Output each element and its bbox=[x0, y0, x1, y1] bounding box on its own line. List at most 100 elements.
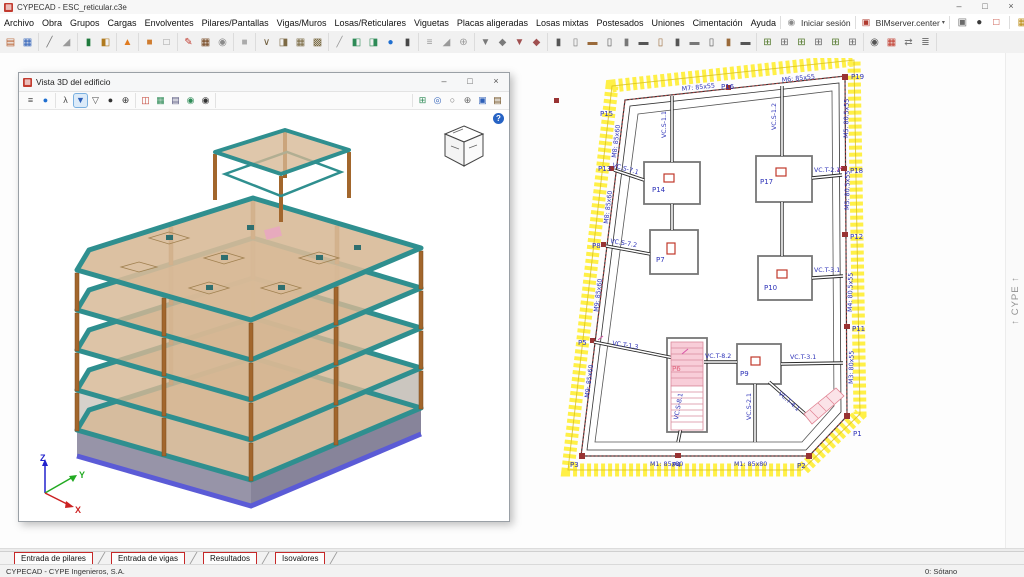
column-pair-icon[interactable]: ▦ bbox=[198, 35, 213, 50]
column-tool-8-icon[interactable]: ▮ bbox=[670, 35, 685, 50]
menu-item-grupos[interactable]: Grupos bbox=[66, 16, 104, 30]
login-label[interactable]: Iniciar sesión bbox=[801, 18, 851, 28]
export-icon[interactable]: ⇄ bbox=[901, 35, 916, 50]
section-green-icon[interactable]: ▦ bbox=[154, 94, 167, 107]
center-icon[interactable]: ⊕ bbox=[456, 35, 471, 50]
drawing-area[interactable]: P15 P16 P19 P18 P12 P11 P1 P2 P4 P3 P5 P… bbox=[0, 53, 1024, 548]
grid-tool-1-icon[interactable]: ⊞ bbox=[760, 35, 775, 50]
tab-entrada-de-vigas[interactable]: Entrada de vigas bbox=[111, 552, 185, 565]
grid-tool-4-icon[interactable]: ⊞ bbox=[811, 35, 826, 50]
menu-item-losas-mixtas[interactable]: Losas mixtas bbox=[532, 16, 593, 30]
bimserver-label[interactable]: BIMserver.center bbox=[876, 18, 940, 28]
green-beam-icon[interactable]: ◧ bbox=[349, 35, 364, 50]
column-tool-3-icon[interactable]: ▬ bbox=[585, 35, 600, 50]
floors-icon[interactable]: ▤ bbox=[169, 94, 182, 107]
login-group[interactable]: ◉ Iniciar sesión bbox=[780, 16, 855, 29]
menu-item-cimentaci-n[interactable]: Cimentación bbox=[689, 16, 747, 30]
gray-panel-icon[interactable]: ■ bbox=[237, 35, 252, 50]
column-tool-12-icon[interactable]: ▬ bbox=[738, 35, 753, 50]
info-icon[interactable]: ● bbox=[39, 94, 52, 107]
vista-3d-window[interactable]: ▦ Vista 3D del edificio – □ × ≡●λ▼▽●⊕◫▦▤… bbox=[18, 72, 510, 522]
column-tool-2-icon[interactable]: ▯ bbox=[568, 35, 583, 50]
tab-entrada-de-pilares[interactable]: Entrada de pilares bbox=[14, 552, 93, 565]
sheet-edit-icon[interactable]: ▤ bbox=[3, 35, 18, 50]
slash-icon[interactable]: ╱ bbox=[332, 35, 347, 50]
edit-column-icon[interactable]: ✎ bbox=[181, 35, 196, 50]
license-icon[interactable]: □ bbox=[989, 15, 1004, 30]
grid-delete-icon[interactable]: ▩ bbox=[310, 35, 325, 50]
green-beam2-icon[interactable]: ◨ bbox=[366, 35, 381, 50]
tag-icon[interactable]: ◧ bbox=[98, 35, 113, 50]
column-tool-6-icon[interactable]: ▬ bbox=[636, 35, 651, 50]
slope-icon[interactable]: ◢ bbox=[59, 35, 74, 50]
fan-icon[interactable]: ◉ bbox=[215, 35, 230, 50]
shield-outline-icon[interactable]: ▽ bbox=[89, 94, 102, 107]
column-tool-5-icon[interactable]: ▮ bbox=[619, 35, 634, 50]
win3d-minimize-button[interactable]: – bbox=[431, 75, 457, 89]
menu-item-archivo[interactable]: Archivo bbox=[0, 16, 38, 30]
floor-plan[interactable]: P15 P16 P19 P18 P12 P11 P1 P2 P4 P3 P5 P… bbox=[554, 58, 1006, 506]
column-tool-7-icon[interactable]: ▯ bbox=[653, 35, 668, 50]
green-column-icon[interactable]: ▮ bbox=[81, 35, 96, 50]
list-icon[interactable]: ≣ bbox=[918, 35, 933, 50]
wall-solid-icon[interactable]: ■ bbox=[142, 35, 157, 50]
zoom-all-icon[interactable]: ⊞ bbox=[416, 94, 429, 107]
help-icon[interactable]: ? bbox=[493, 113, 504, 124]
column-tool-11-icon[interactable]: ▮ bbox=[721, 35, 736, 50]
menu-item-ayuda[interactable]: Ayuda bbox=[747, 16, 780, 30]
update-icon[interactable]: ▦ bbox=[1015, 15, 1024, 30]
grid-tool-6-icon[interactable]: ⊞ bbox=[845, 35, 860, 50]
anchor-icon[interactable]: ⊕ bbox=[119, 94, 132, 107]
red-grid-icon[interactable]: ▦ bbox=[884, 35, 899, 50]
vista-3d-viewport[interactable]: ? bbox=[19, 110, 507, 521]
menu-item-postesados[interactable]: Postesados bbox=[593, 16, 648, 30]
sheet-config-icon[interactable]: ▦ bbox=[20, 35, 35, 50]
anchor-c-icon[interactable]: ▼ bbox=[512, 35, 527, 50]
orbit-icon[interactable]: ⊕ bbox=[461, 94, 474, 107]
hand-icon[interactable]: ● bbox=[972, 15, 987, 30]
grip-icon[interactable]: ≡ bbox=[422, 35, 437, 50]
grid-tool-3-icon[interactable]: ⊞ bbox=[794, 35, 809, 50]
menu-item-envolventes[interactable]: Envolventes bbox=[141, 16, 198, 30]
print-3d-icon[interactable]: ▣ bbox=[955, 15, 970, 30]
line-icon[interactable]: ╱ bbox=[42, 35, 57, 50]
menu-item-vigas-muros[interactable]: Vigas/Muros bbox=[273, 16, 331, 30]
tab-isovalores[interactable]: Isovalores bbox=[275, 552, 325, 565]
win3d-maximize-button[interactable]: □ bbox=[457, 75, 483, 89]
minimize-button[interactable]: – bbox=[946, 0, 972, 14]
zoom-window-icon[interactable]: ◎ bbox=[431, 94, 444, 107]
anchor-a-icon[interactable]: ▼ bbox=[478, 35, 493, 50]
win3d-close-button[interactable]: × bbox=[483, 75, 509, 89]
menu-item-pilares-pantallas[interactable]: Pilares/Pantallas bbox=[198, 16, 273, 30]
person-icon[interactable]: λ bbox=[59, 94, 72, 107]
add-column-icon[interactable]: ▮ bbox=[400, 35, 415, 50]
menu-item-obra[interactable]: Obra bbox=[38, 16, 66, 30]
shield-solid-icon[interactable]: ▼ bbox=[74, 94, 87, 107]
column-tool-1-icon[interactable]: ▮ bbox=[551, 35, 566, 50]
pan-icon[interactable]: ○ bbox=[446, 94, 459, 107]
eye-icon[interactable]: ◉ bbox=[867, 35, 882, 50]
wall-outline-icon[interactable]: □ bbox=[159, 35, 174, 50]
report-icon[interactable]: ▤ bbox=[491, 94, 504, 107]
tab-resultados[interactable]: Resultados bbox=[203, 552, 257, 565]
column-tool-10-icon[interactable]: ▯ bbox=[704, 35, 719, 50]
eye-outline-icon[interactable]: ◉ bbox=[199, 94, 212, 107]
menu-item-losas-reticulares[interactable]: Losas/Reticulares bbox=[331, 16, 411, 30]
vista-3d-titlebar[interactable]: ▦ Vista 3D del edificio – □ × bbox=[19, 73, 509, 92]
eye-solid-icon[interactable]: ● bbox=[104, 94, 117, 107]
fire-load-icon[interactable]: ▲ bbox=[120, 35, 135, 50]
column-tool-9-icon[interactable]: ▬ bbox=[687, 35, 702, 50]
bimserver-group[interactable]: ▣ BIMserver.center ▾ bbox=[855, 16, 949, 29]
info-icon[interactable]: ● bbox=[383, 35, 398, 50]
anchor-d-icon[interactable]: ◆ bbox=[529, 35, 544, 50]
close-button[interactable]: × bbox=[998, 0, 1024, 14]
menu-item-viguetas[interactable]: Viguetas bbox=[410, 16, 453, 30]
maximize-button[interactable]: □ bbox=[972, 0, 998, 14]
column-tool-4-icon[interactable]: ▯ bbox=[602, 35, 617, 50]
beam-paste-icon[interactable]: ◨ bbox=[276, 35, 291, 50]
grid-tool-5-icon[interactable]: ⊞ bbox=[828, 35, 843, 50]
layers-icon[interactable]: ≡ bbox=[24, 94, 37, 107]
menu-item-placas-aligeradas[interactable]: Placas aligeradas bbox=[453, 16, 532, 30]
arc-select-icon[interactable]: ∨ bbox=[259, 35, 274, 50]
grid-select-icon[interactable]: ▦ bbox=[293, 35, 308, 50]
